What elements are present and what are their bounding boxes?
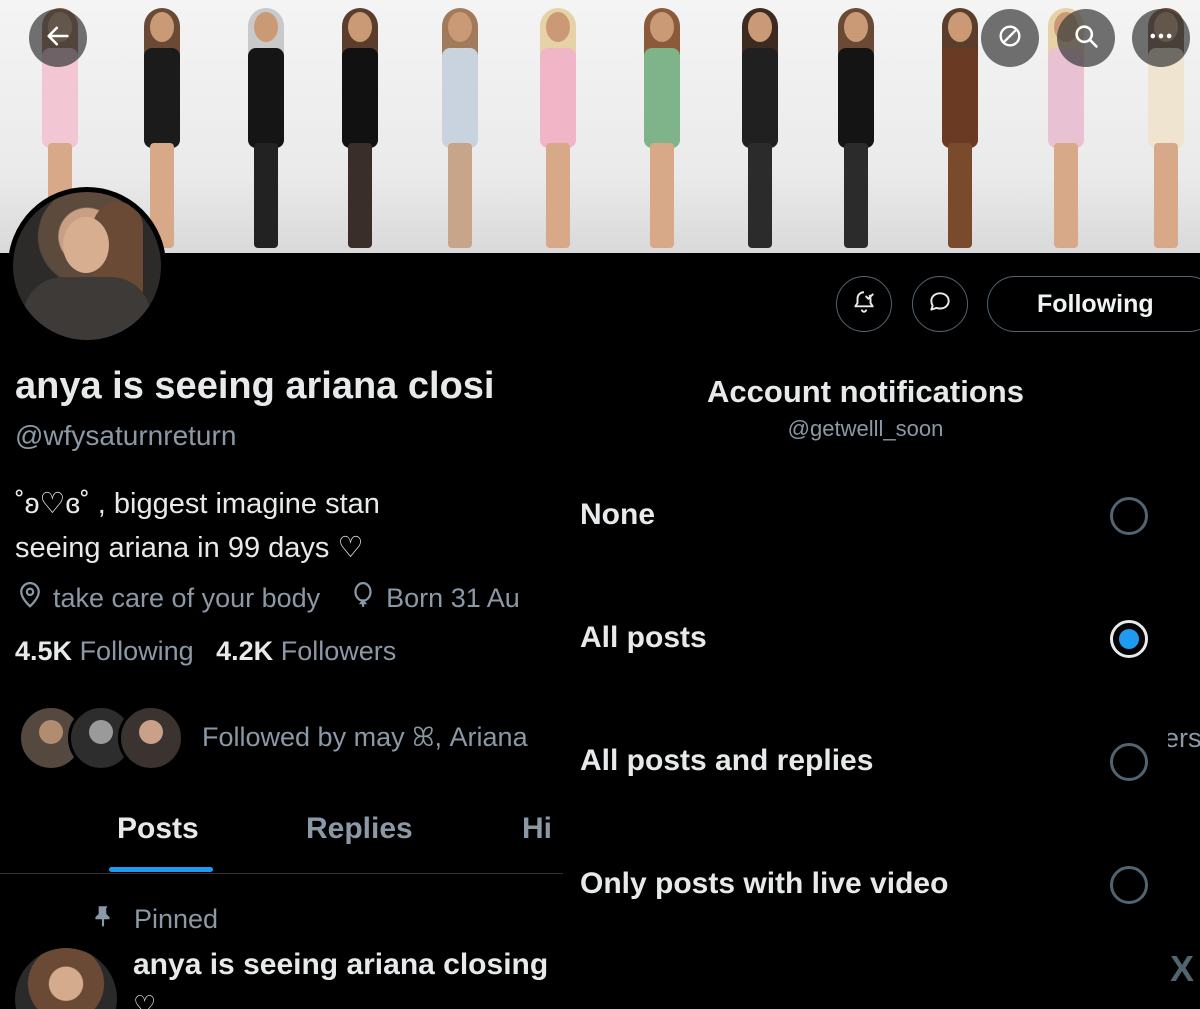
follower-avatar[interactable]: [118, 705, 184, 771]
banner-figure: [826, 8, 886, 253]
banner-figure: [632, 8, 692, 253]
option-all-posts[interactable]: All posts: [580, 621, 707, 655]
post-text-extra: ♡: [133, 990, 157, 1009]
following-count-link[interactable]: 4.5K Following: [15, 636, 194, 666]
profile-bio: ˚ʚ♡ɞ˚ , biggest imagine stan seeing aria…: [15, 482, 380, 570]
bio-line: seeing ariana in 99 days ♡: [15, 532, 364, 564]
post-text[interactable]: anya is seeing ariana closing: [133, 948, 548, 982]
back-button[interactable]: [29, 9, 87, 67]
followed-by-text[interactable]: Followed by may ꕤ, Ariana: [202, 722, 528, 754]
bio-line: ˚ʚ♡ɞ˚ , biggest imagine stan: [15, 488, 380, 520]
notifications-button[interactable]: [836, 276, 892, 332]
profile-details: anya is seeing ariana closi @wfysaturnre…: [0, 340, 563, 1009]
radio-live-video[interactable]: [1110, 866, 1148, 904]
followers-count-link[interactable]: 4.2K Followers: [216, 636, 396, 666]
bell-check-icon: [851, 289, 877, 320]
radio-none[interactable]: [1110, 497, 1148, 535]
banner-figure: [430, 8, 490, 253]
message-bubble-icon: [927, 289, 953, 320]
x-logo-icon: X: [1170, 948, 1195, 989]
location-icon: [15, 580, 53, 617]
banner-figure: [528, 8, 588, 253]
tab-highlights[interactable]: Hi: [522, 812, 552, 846]
option-none[interactable]: None: [580, 498, 655, 532]
profile-meta: take care of your body Born 31 Au: [15, 580, 520, 617]
more-button[interactable]: [1132, 9, 1190, 67]
profile-birthday: Born 31 Au: [386, 583, 520, 613]
message-button[interactable]: [912, 276, 968, 332]
active-tab-indicator: [109, 867, 213, 872]
restricted-icon: [996, 22, 1024, 55]
post-avatar[interactable]: [15, 948, 117, 1009]
account-notifications-sheet: Account notifications @getwelll_soon Non…: [563, 340, 1168, 1009]
banner-figure: [730, 8, 790, 253]
option-all-posts-and-replies[interactable]: All posts and replies: [580, 744, 873, 778]
back-arrow-icon: [44, 22, 72, 55]
search-button[interactable]: [1057, 9, 1115, 67]
sheet-subtitle: @getwelll_soon: [787, 416, 944, 441]
radio-all-posts[interactable]: [1110, 620, 1148, 658]
background-text: ers: [1168, 723, 1200, 753]
pinned-label: Pinned: [134, 904, 219, 934]
pin-icon: [90, 903, 134, 936]
option-live-video[interactable]: Only posts with live video: [580, 867, 948, 901]
more-icon: [1147, 22, 1175, 55]
radio-all-posts-and-replies[interactable]: [1110, 743, 1148, 781]
banner-figure: [236, 8, 296, 253]
divider: [0, 873, 563, 874]
restricted-button[interactable]: [981, 9, 1039, 67]
pinned-indicator: Pinned: [90, 903, 218, 936]
sheet-title: Account notifications: [707, 374, 1024, 409]
avatar[interactable]: [8, 187, 166, 345]
profile-location: take care of your body: [53, 583, 321, 613]
background-strip: ers: [1168, 340, 1200, 1009]
balloon-icon: [348, 580, 386, 617]
search-icon: [1072, 22, 1100, 55]
tab-posts[interactable]: Posts: [117, 812, 199, 846]
profile-display-name: anya is seeing ariana closi: [15, 365, 495, 407]
following-button[interactable]: Following: [987, 276, 1200, 332]
follow-counts: 4.5K Following 4.2K Followers: [15, 636, 396, 667]
banner-figure: [330, 8, 390, 253]
tab-replies[interactable]: Replies: [306, 812, 413, 846]
profile-handle: @wfysaturnreturn: [15, 420, 237, 451]
